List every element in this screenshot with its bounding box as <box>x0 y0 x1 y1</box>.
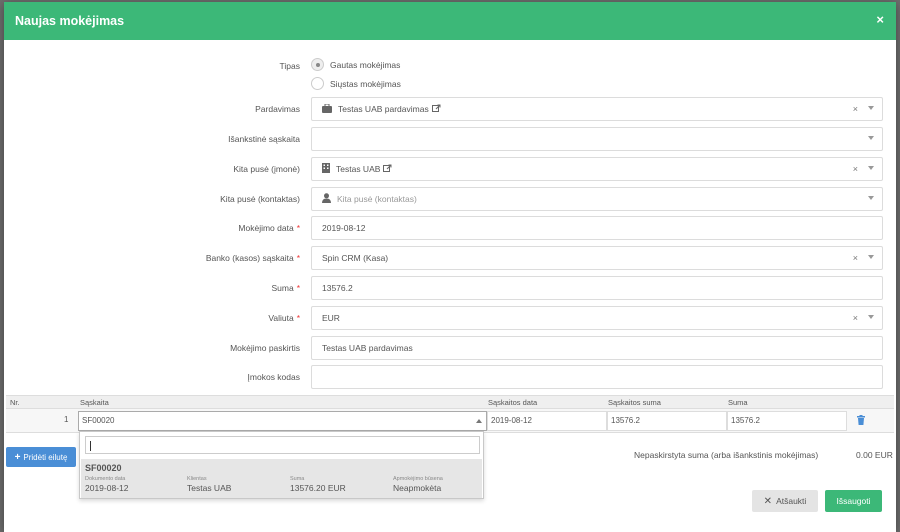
radio-unchecked-icon[interactable] <box>311 77 324 90</box>
plus-icon: + <box>14 451 21 463</box>
table-header: Nr. Sąskaita Sąskaitos data Sąskaitos su… <box>6 395 894 409</box>
currency-label: Valiuta * <box>268 313 300 323</box>
unallocated-value: 0.00 EUR <box>856 450 893 460</box>
add-row-button[interactable]: + Pridėti eilutę <box>6 447 76 467</box>
code-label: Įmokos kodas <box>247 372 300 382</box>
invoice-select[interactable]: SF00020 <box>78 411 487 431</box>
sale-value: Testas UAB pardavimas <box>338 104 429 114</box>
table-row: 1 SF00020 2019-08-12 13576.2 13576.2 <box>6 409 894 433</box>
invoice-dropdown: SF00020 Dokumento data 2019-08-12 Klient… <box>79 431 484 499</box>
building-icon <box>322 163 330 175</box>
contact-select[interactable]: Kita pusė (kontaktas) <box>311 187 883 211</box>
clear-icon[interactable]: × <box>853 253 858 263</box>
save-button[interactable]: Išsaugoti <box>825 490 882 512</box>
date-label: Mokėjimo data * <box>238 223 300 233</box>
radio-checked-icon[interactable] <box>311 58 324 71</box>
radio-sent-label: Siųstas mokėjimas <box>330 78 401 89</box>
dropdown-option[interactable]: SF00020 Dokumento data 2019-08-12 Klient… <box>81 459 482 498</box>
chevron-down-icon[interactable] <box>868 196 874 200</box>
company-value: Testas UAB <box>336 164 381 174</box>
company-select[interactable]: Testas UAB × <box>311 157 883 181</box>
close-icon[interactable]: × <box>876 13 884 27</box>
code-row: Įmokos kodas <box>4 365 896 389</box>
currency-value: EUR <box>322 313 340 323</box>
radio-sent[interactable]: Siųstas mokėjimas <box>311 77 401 90</box>
purpose-input[interactable]: Testas UAB pardavimas <box>311 336 883 360</box>
sale-select[interactable]: Testas UAB pardavimas × <box>311 97 883 121</box>
bank-label: Banko (kasos) sąskaita * <box>205 253 300 263</box>
currency-row: Valiuta * EUR × <box>4 306 896 330</box>
date-row: Mokėjimo data * 2019-08-12 <box>4 216 896 240</box>
chevron-up-icon[interactable] <box>476 419 482 423</box>
contact-row: Kita pusė (kontaktas) Kita pusė (kontakt… <box>4 187 896 211</box>
chevron-down-icon[interactable] <box>868 255 874 259</box>
sale-label: Pardavimas <box>255 104 300 114</box>
radio-received[interactable]: Gautas mokėjimas <box>311 58 400 71</box>
amount-value: 13576.2 <box>322 283 353 293</box>
bank-value: Spin CRM (Kasa) <box>322 253 389 263</box>
option-status: Apmokėjimo būsena Neapmokėta <box>393 476 443 493</box>
option-client: Klientas Testas UAB <box>187 476 232 493</box>
sale-row: Pardavimas Testas UAB pardavimas × <box>4 97 896 121</box>
trash-icon[interactable] <box>857 415 865 425</box>
col-invoice: Sąskaita <box>80 398 109 407</box>
briefcase-icon <box>322 103 332 115</box>
option-sum: Suma 13576.20 EUR <box>290 476 346 493</box>
cancel-button[interactable]: ✕ Atšaukti <box>752 490 818 512</box>
amount-label: Suma * <box>271 283 300 293</box>
contact-label: Kita pusė (kontaktas) <box>220 194 300 204</box>
external-link-icon[interactable] <box>383 164 392 175</box>
purpose-label: Mokėjimo paskirtis <box>230 343 300 353</box>
chevron-down-icon[interactable] <box>868 166 874 170</box>
amount-input[interactable]: 13576.2 <box>311 276 883 300</box>
col-invoice-date: Sąskaitos data <box>488 398 538 407</box>
prepay-select[interactable] <box>311 127 883 151</box>
date-input[interactable]: 2019-08-12 <box>311 216 883 240</box>
modal-header: Naujas mokėjimas × <box>4 2 896 40</box>
chevron-down-icon[interactable] <box>868 315 874 319</box>
prepay-row: Išankstinė sąskaita <box>4 127 896 151</box>
radio-received-label: Gautas mokėjimas <box>330 59 401 70</box>
company-row: Kita pusė (įmonė) Testas UAB × <box>4 157 896 181</box>
option-code: SF00020 <box>85 463 122 473</box>
purpose-value: Testas UAB pardavimas <box>322 343 413 353</box>
close-icon: ✕ <box>763 495 773 507</box>
invoice-sum-cell: 13576.2 <box>607 411 727 431</box>
clear-icon[interactable]: × <box>853 313 858 323</box>
invoice-value: SF00020 <box>82 416 115 425</box>
clear-icon[interactable]: × <box>853 104 858 114</box>
chevron-down-icon[interactable] <box>868 106 874 110</box>
text-cursor <box>90 441 91 451</box>
col-invoice-sum: Sąskaitos suma <box>608 398 661 407</box>
payment-modal: Naujas mokėjimas × Tipas Gautas mokėjima… <box>4 2 896 532</box>
clear-icon[interactable]: × <box>853 164 858 174</box>
unallocated-label: Nepaskirstyta suma (arba išankstinis mok… <box>634 450 819 460</box>
company-label: Kita pusė (įmonė) <box>233 164 300 174</box>
type-row: Tipas <box>4 54 896 78</box>
purpose-row: Mokėjimo paskirtis Testas UAB pardavimas <box>4 336 896 360</box>
bank-select[interactable]: Spin CRM (Kasa) × <box>311 246 883 270</box>
currency-select[interactable]: EUR × <box>311 306 883 330</box>
prepay-label: Išankstinė sąskaita <box>228 134 300 144</box>
option-doc-date: Dokumento data 2019-08-12 <box>85 476 129 493</box>
external-link-icon[interactable] <box>431 104 441 115</box>
col-nr: Nr. <box>10 398 20 407</box>
invoice-date-cell: 2019-08-12 <box>487 411 607 431</box>
bank-row: Banko (kasos) sąskaita * Spin CRM (Kasa) … <box>4 246 896 270</box>
sum-input[interactable]: 13576.2 <box>727 411 847 431</box>
row-nr: 1 <box>64 415 69 424</box>
chevron-down-icon[interactable] <box>868 136 874 140</box>
type-label: Tipas <box>279 61 300 71</box>
date-value: 2019-08-12 <box>322 223 366 233</box>
user-icon <box>322 193 331 205</box>
modal-title: Naujas mokėjimas <box>15 14 125 28</box>
dropdown-search-input[interactable] <box>85 436 480 454</box>
code-input[interactable] <box>311 365 883 389</box>
contact-placeholder: Kita pusė (kontaktas) <box>337 194 417 204</box>
amount-row: Suma * 13576.2 <box>4 276 896 300</box>
col-sum: Suma <box>728 398 748 407</box>
